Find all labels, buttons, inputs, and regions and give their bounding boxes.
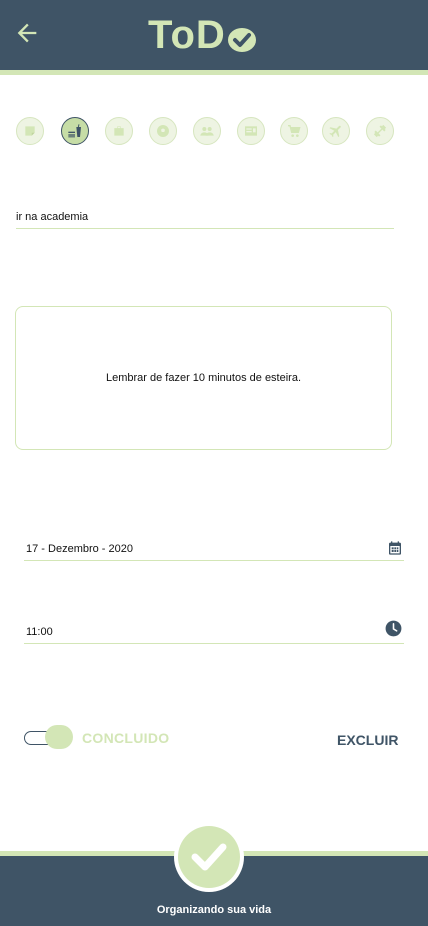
toggle-knob — [45, 725, 73, 749]
save-button-inner — [178, 826, 240, 888]
footer-tagline: Organizando sua vida — [156, 904, 272, 916]
category-work[interactable] — [105, 117, 133, 145]
save-button[interactable] — [174, 822, 244, 892]
task-date-value: 17 - Dezembro - 2020 — [26, 543, 133, 555]
airplane-icon — [329, 125, 341, 138]
logo-check-icon — [227, 28, 256, 52]
people-icon — [200, 127, 214, 136]
task-title-field[interactable] — [16, 206, 394, 229]
app-header: ToD — [0, 0, 428, 70]
category-travel[interactable] — [322, 117, 350, 145]
task-title-input[interactable] — [16, 206, 394, 228]
header-divider — [0, 70, 428, 75]
shopping-cart-icon — [288, 125, 301, 137]
fitness-icon — [373, 124, 387, 138]
category-sports[interactable] — [149, 117, 177, 145]
category-note[interactable] — [16, 117, 44, 145]
task-description-field[interactable]: Lembrar de fazer 10 minutos de esteira. — [15, 306, 392, 450]
task-time-field[interactable]: 11:00 — [24, 619, 404, 644]
done-label: CONCLUIDO — [82, 730, 170, 746]
category-food[interactable] — [61, 117, 89, 145]
soccer-ball-icon — [157, 125, 169, 137]
done-toggle[interactable] — [24, 725, 74, 749]
back-button[interactable] — [12, 18, 42, 48]
category-news[interactable] — [237, 117, 265, 145]
logo-text: ToD — [148, 13, 226, 57]
check-icon — [191, 843, 227, 871]
briefcase-icon — [114, 126, 124, 136]
task-date-field[interactable]: 17 - Dezembro - 2020 — [24, 538, 404, 561]
task-time-value: 11:00 — [26, 626, 53, 638]
arrow-left-icon — [17, 23, 37, 43]
note-icon — [25, 126, 35, 136]
delete-button[interactable]: EXCLUIR — [337, 732, 398, 748]
calendar-icon[interactable] — [387, 539, 403, 557]
app-logo: ToD — [148, 12, 257, 58]
category-shopping[interactable] — [280, 117, 308, 145]
category-selector — [16, 117, 394, 145]
category-people[interactable] — [193, 117, 221, 145]
category-fitness[interactable] — [366, 117, 394, 145]
task-description-text: Lembrar de fazer 10 minutos de esteira. — [105, 372, 302, 384]
newspaper-icon — [245, 126, 257, 136]
clock-icon[interactable] — [384, 619, 403, 638]
food-drink-icon — [68, 124, 81, 138]
